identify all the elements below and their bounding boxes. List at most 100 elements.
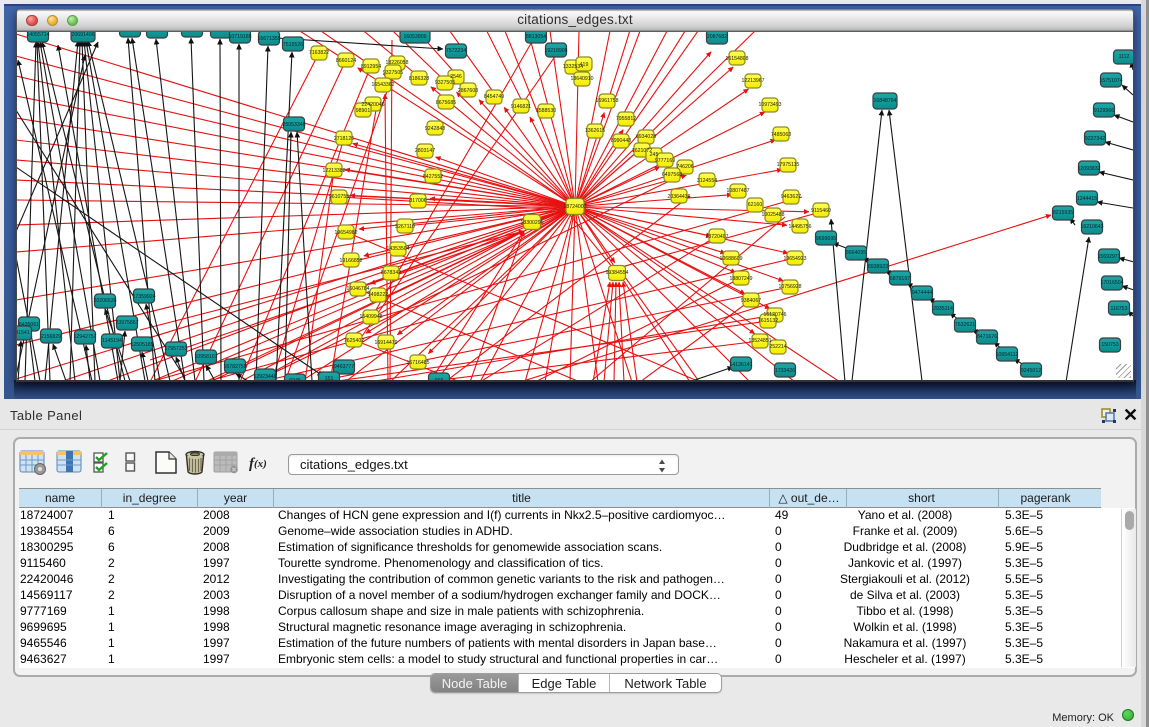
svg-text:10025488: 10025488 xyxy=(761,212,784,218)
svg-text:12213382: 12213382 xyxy=(322,168,345,174)
svg-text:8938923: 8938923 xyxy=(868,264,888,270)
svg-text:1244415: 1244415 xyxy=(1077,196,1097,202)
svg-text:8664095: 8664095 xyxy=(846,250,866,256)
svg-text:8427552: 8427552 xyxy=(423,174,443,180)
svg-text:(x): (x) xyxy=(254,458,267,470)
svg-text:8675685: 8675685 xyxy=(436,100,456,106)
svg-text:8813054: 8813054 xyxy=(526,34,546,40)
svg-text:13524851: 13524851 xyxy=(748,338,771,344)
svg-text:6934028: 6934028 xyxy=(636,134,656,140)
svg-text:98901: 98901 xyxy=(356,108,371,114)
svg-text:19654982: 19654982 xyxy=(334,230,357,236)
svg-text:419: 419 xyxy=(580,62,589,68)
svg-text:10973493: 10973493 xyxy=(758,102,781,108)
svg-text:10688609: 10688609 xyxy=(719,256,742,262)
svg-text:18724007: 18724007 xyxy=(563,204,586,210)
svg-text:18300295: 18300295 xyxy=(520,220,543,226)
svg-text:18226058: 18226058 xyxy=(385,60,408,66)
svg-text:25053346: 25053346 xyxy=(282,122,305,128)
svg-text:10719185: 10719185 xyxy=(228,34,251,40)
svg-text:16046784: 16046784 xyxy=(346,286,369,292)
svg-text:16154808: 16154808 xyxy=(725,56,748,62)
svg-text:8435061: 8435061 xyxy=(19,322,39,328)
svg-text:10807487: 10807487 xyxy=(726,188,749,194)
svg-text:12505185: 12505185 xyxy=(130,342,153,348)
svg-text:12923448: 12923448 xyxy=(253,374,276,380)
svg-text:1498222: 1498222 xyxy=(368,292,388,298)
svg-text:10958107: 10958107 xyxy=(194,354,217,360)
svg-text:17359924: 17359924 xyxy=(132,294,155,300)
svg-text:9699695: 9699695 xyxy=(816,236,836,242)
svg-text:3124554: 3124554 xyxy=(697,178,717,184)
svg-text:2935114: 2935114 xyxy=(933,306,953,312)
svg-text:252214: 252214 xyxy=(769,344,786,350)
svg-text:18640910: 18640910 xyxy=(570,76,593,82)
svg-text:8990448: 8990448 xyxy=(611,138,631,144)
svg-text:9129966: 9129966 xyxy=(1094,108,1114,114)
svg-text:1145194: 1145194 xyxy=(102,338,122,344)
svg-text:12213967: 12213967 xyxy=(741,78,764,84)
svg-text:9327505: 9327505 xyxy=(435,80,455,86)
svg-text:20364436: 20364436 xyxy=(667,194,690,200)
svg-text:14055714: 14055714 xyxy=(26,32,49,38)
svg-text:9463627: 9463627 xyxy=(781,194,801,200)
svg-text:16848784: 16848784 xyxy=(873,98,896,104)
svg-text:9227342: 9227342 xyxy=(1085,136,1105,142)
svg-text:9463777: 9463777 xyxy=(334,364,354,370)
svg-text:2718126: 2718126 xyxy=(334,136,354,142)
svg-text:15409948: 15409948 xyxy=(359,314,382,320)
svg-text:8186328: 8186328 xyxy=(409,76,429,82)
svg-text:7485063: 7485063 xyxy=(771,132,791,138)
svg-text:1588530: 1588530 xyxy=(536,108,556,114)
svg-text:2087682: 2087682 xyxy=(707,34,727,40)
svg-text:62160: 62160 xyxy=(748,202,763,208)
svg-text:1527602: 1527602 xyxy=(182,32,202,34)
svg-text:17957253: 17957253 xyxy=(164,346,187,352)
svg-text:7955812: 7955812 xyxy=(616,116,636,122)
svg-text:9115460: 9115460 xyxy=(811,208,831,214)
svg-text:16961758: 16961758 xyxy=(595,98,618,104)
svg-text:6497568: 6497568 xyxy=(662,172,682,178)
svg-text:746206: 746206 xyxy=(676,164,693,170)
svg-text:10756928: 10756928 xyxy=(778,284,801,290)
svg-text:8454749: 8454749 xyxy=(484,94,504,100)
svg-text:14136141: 14136141 xyxy=(729,362,752,368)
svg-text:3267110: 3267110 xyxy=(395,224,415,230)
svg-text:13720407: 13720407 xyxy=(705,234,728,240)
svg-text:7515526: 7515526 xyxy=(283,42,303,48)
svg-text:15716485: 15716485 xyxy=(406,360,429,366)
svg-text:16782759: 16782759 xyxy=(223,364,246,370)
svg-text:2156829: 2156829 xyxy=(41,334,61,340)
svg-text:17009731: 17009731 xyxy=(118,32,141,34)
svg-text:9610755: 9610755 xyxy=(329,194,349,200)
svg-text:16543362: 16543362 xyxy=(371,82,394,88)
svg-text:20691406: 20691406 xyxy=(71,32,94,38)
svg-text:17975115: 17975115 xyxy=(777,162,800,168)
svg-text:14353504: 14353504 xyxy=(386,246,409,252)
svg-text:17016504: 17016504 xyxy=(1100,280,1123,286)
svg-text:9384067: 9384067 xyxy=(741,298,761,304)
svg-text:8678342: 8678342 xyxy=(381,270,401,276)
svg-text:7572234: 7572234 xyxy=(446,48,466,54)
svg-text:9474444: 9474444 xyxy=(912,290,932,296)
svg-text:1615132: 1615132 xyxy=(758,318,778,324)
svg-text:1733426: 1733426 xyxy=(775,368,795,374)
svg-text:16053809: 16053809 xyxy=(403,34,426,40)
svg-text:16671355: 16671355 xyxy=(257,36,280,42)
svg-text:965: 965 xyxy=(435,378,444,382)
svg-text:14495756: 14495756 xyxy=(788,224,811,230)
svg-text:16914479: 16914479 xyxy=(374,340,397,346)
svg-text:7625402: 7625402 xyxy=(344,338,364,344)
svg-text:8471676: 8471676 xyxy=(977,334,997,340)
svg-text:19654923: 19654923 xyxy=(783,256,806,262)
svg-text:7632621: 7632621 xyxy=(955,322,975,328)
svg-text:116753: 116753 xyxy=(1111,306,1128,312)
svg-text:1362615: 1362615 xyxy=(585,128,605,134)
svg-text:6879197: 6879197 xyxy=(890,276,910,282)
svg-text:2803147: 2803147 xyxy=(415,148,435,154)
svg-text:391541: 391541 xyxy=(17,330,30,336)
svg-text:10654112: 10654112 xyxy=(996,352,1019,358)
svg-text:150753: 150753 xyxy=(1101,342,1118,348)
svg-text:8660124: 8660124 xyxy=(336,58,356,64)
svg-text:9777169: 9777169 xyxy=(655,158,675,164)
